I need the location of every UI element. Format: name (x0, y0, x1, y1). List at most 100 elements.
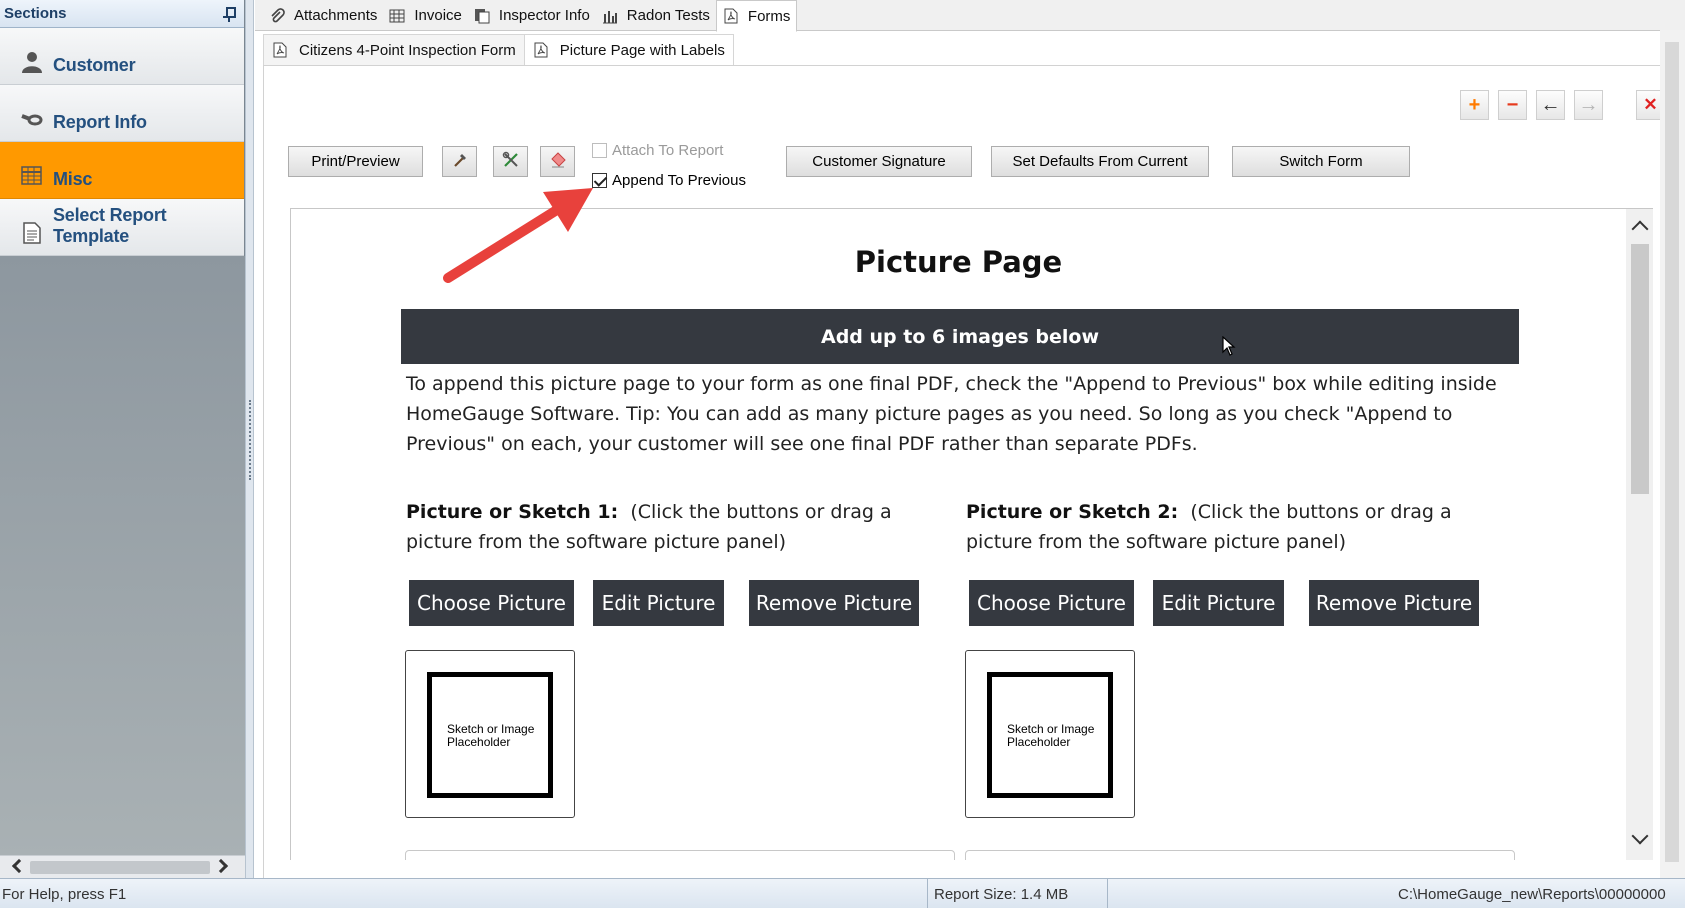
scroll-down-icon[interactable] (1631, 827, 1649, 845)
tools-button[interactable] (493, 146, 528, 177)
sections-sidebar: Sections Customer Report Info Misc Selec… (0, 0, 245, 878)
eraser-button[interactable] (540, 146, 575, 177)
document-banner: Add up to 6 images below (401, 309, 1519, 364)
picture-1-placeholder: Sketch or Image Placeholder (427, 672, 553, 798)
grid-icon (20, 164, 44, 188)
tab-radon-tests[interactable]: Radon Tests (596, 0, 716, 31)
pin-icon[interactable] (222, 6, 236, 22)
picture-2-frame[interactable]: Sketch or Image Placeholder (965, 650, 1135, 818)
status-report-path: C:\HomeGauge_new\Reports\00000000 (1107, 879, 1685, 908)
tab-label: Attachments (294, 7, 378, 24)
previous-form-button[interactable]: ← (1536, 90, 1565, 120)
magic-wand-icon (452, 152, 468, 172)
report-size-text: Report Size: 1.4 MB (934, 886, 1069, 903)
sidebar-splitter[interactable] (245, 0, 254, 878)
switch-form-button[interactable]: Switch Form (1232, 146, 1410, 177)
picture-1-choose-button[interactable]: Choose Picture (409, 580, 574, 626)
arrow-right-icon: → (1578, 94, 1599, 116)
picture-2-choose-button[interactable]: Choose Picture (969, 580, 1134, 626)
picture-1-label-field[interactable] (405, 850, 955, 860)
paperclip-icon (269, 7, 285, 24)
status-help-text: For Help, press F1 (2, 886, 127, 903)
scrollbar-thumb[interactable] (1665, 42, 1679, 862)
append-to-previous-checkbox[interactable] (592, 173, 607, 188)
scroll-left-icon[interactable] (11, 858, 27, 874)
tab-citizens-4-point[interactable]: Citizens 4-Point Inspection Form (263, 34, 525, 65)
tab-label: Invoice (414, 7, 462, 24)
copy-pages-icon (474, 8, 490, 24)
tab-attachments[interactable]: Attachments (263, 0, 383, 31)
tab-label: Picture Page with Labels (559, 41, 725, 59)
tab-label: Inspector Info (498, 7, 590, 24)
document-vertical-scrollbar[interactable] (1626, 209, 1653, 860)
picture-2-edit-button[interactable]: Edit Picture (1153, 580, 1284, 626)
picture-2-remove-button[interactable]: Remove Picture (1309, 580, 1479, 626)
minus-icon: − (1506, 94, 1519, 116)
document-intro: To append this picture page to your form… (406, 373, 1497, 455)
sidebar-item-label: Customer (53, 55, 136, 75)
eraser-icon (549, 151, 567, 173)
arrow-left-icon: ← (1540, 94, 1561, 116)
sidebar-item-label: Report Info (53, 112, 147, 132)
attach-to-report-label: Attach To Report (612, 142, 724, 159)
tab-picture-page-with-labels[interactable]: Picture Page with Labels (523, 34, 734, 65)
tab-label: Radon Tests (626, 7, 710, 24)
sidebar-item-select-report-template[interactable]: Select Report Template (0, 199, 244, 256)
mouse-pointer-icon (1222, 336, 1236, 356)
picture-2-heading: Picture or Sketch 2: (966, 501, 1179, 523)
set-defaults-button[interactable]: Set Defaults From Current (991, 146, 1209, 177)
sidebar-horizontal-scrollbar[interactable] (0, 855, 245, 878)
add-form-button[interactable]: + (1460, 90, 1489, 120)
remove-form-button[interactable]: − (1498, 90, 1527, 120)
document-title: Picture Page (854, 245, 1063, 279)
top-tab-bar: Attachments Invoice Inspector Info Radon… (255, 0, 1685, 32)
close-icon: ✕ (1643, 95, 1658, 114)
customer-signature-button[interactable]: Customer Signature (786, 146, 972, 177)
picture-1-caption: Picture or Sketch 1: (Click the buttons … (406, 497, 956, 557)
picture-1-heading: Picture or Sketch 1: (406, 501, 619, 523)
sidebar-header: Sections (0, 0, 244, 28)
append-to-previous-checkbox-row[interactable]: Append To Previous (592, 172, 746, 189)
attach-to-report-checkbox-row[interactable]: Attach To Report (592, 142, 723, 159)
pdf-icon (723, 8, 739, 24)
form-tab-bar: Citizens 4-Point Inspection Form Picture… (263, 34, 734, 65)
scroll-up-icon[interactable] (1631, 220, 1649, 238)
status-report-size: Report Size: 1.4 MB (927, 879, 1107, 908)
append-to-previous-label: Append To Previous (612, 172, 746, 189)
sidebar-empty-area (0, 256, 245, 856)
picture-2-caption: Picture or Sketch 2: (Click the buttons … (966, 497, 1516, 557)
next-form-button[interactable]: → (1574, 90, 1603, 120)
picture-2-label-field[interactable] (965, 850, 1515, 860)
status-bar: For Help, press F1 Report Size: 1.4 MB C… (0, 878, 1685, 908)
report-path-text: C:\HomeGauge_new\Reports\00000000 (1398, 886, 1666, 903)
wand-tool-button[interactable] (442, 146, 477, 177)
spreadsheet-icon (389, 8, 405, 24)
picture-1-frame[interactable]: Sketch or Image Placeholder (405, 650, 575, 818)
scrollbar-thumb[interactable] (1631, 244, 1649, 494)
picture-page-document: Picture Page Add up to 6 images below To… (291, 209, 1626, 860)
attach-to-report-checkbox[interactable] (592, 143, 607, 158)
sidebar-item-label: Select Report Template (53, 205, 167, 246)
tab-label: Forms (747, 7, 791, 25)
picture-1-remove-button[interactable]: Remove Picture (749, 580, 919, 626)
sidebar-item-misc[interactable]: Misc (0, 142, 244, 199)
plus-icon: + (1468, 94, 1481, 116)
print-preview-button[interactable]: Print/Preview (288, 146, 423, 177)
sidebar-item-customer[interactable]: Customer (0, 28, 244, 85)
picture-1-edit-button[interactable]: Edit Picture (593, 580, 724, 626)
sidebar-item-label: Misc (53, 169, 93, 189)
magnifier-icon (20, 107, 44, 131)
main-vertical-scrollbar[interactable] (1660, 30, 1685, 878)
sidebar-item-report-info[interactable]: Report Info (0, 85, 244, 142)
scrollbar-thumb[interactable] (30, 861, 210, 874)
tab-inspector-info[interactable]: Inspector Info (468, 0, 596, 31)
tab-invoice[interactable]: Invoice (383, 0, 468, 31)
tab-forms[interactable]: Forms (715, 0, 798, 32)
bar-chart-icon (602, 8, 618, 24)
picture-2-placeholder: Sketch or Image Placeholder (987, 672, 1113, 798)
pdf-icon (533, 42, 549, 58)
person-icon (20, 50, 44, 74)
tools-icon (502, 151, 520, 173)
tab-label: Citizens 4-Point Inspection Form (299, 41, 516, 59)
scroll-right-icon[interactable] (213, 858, 229, 874)
